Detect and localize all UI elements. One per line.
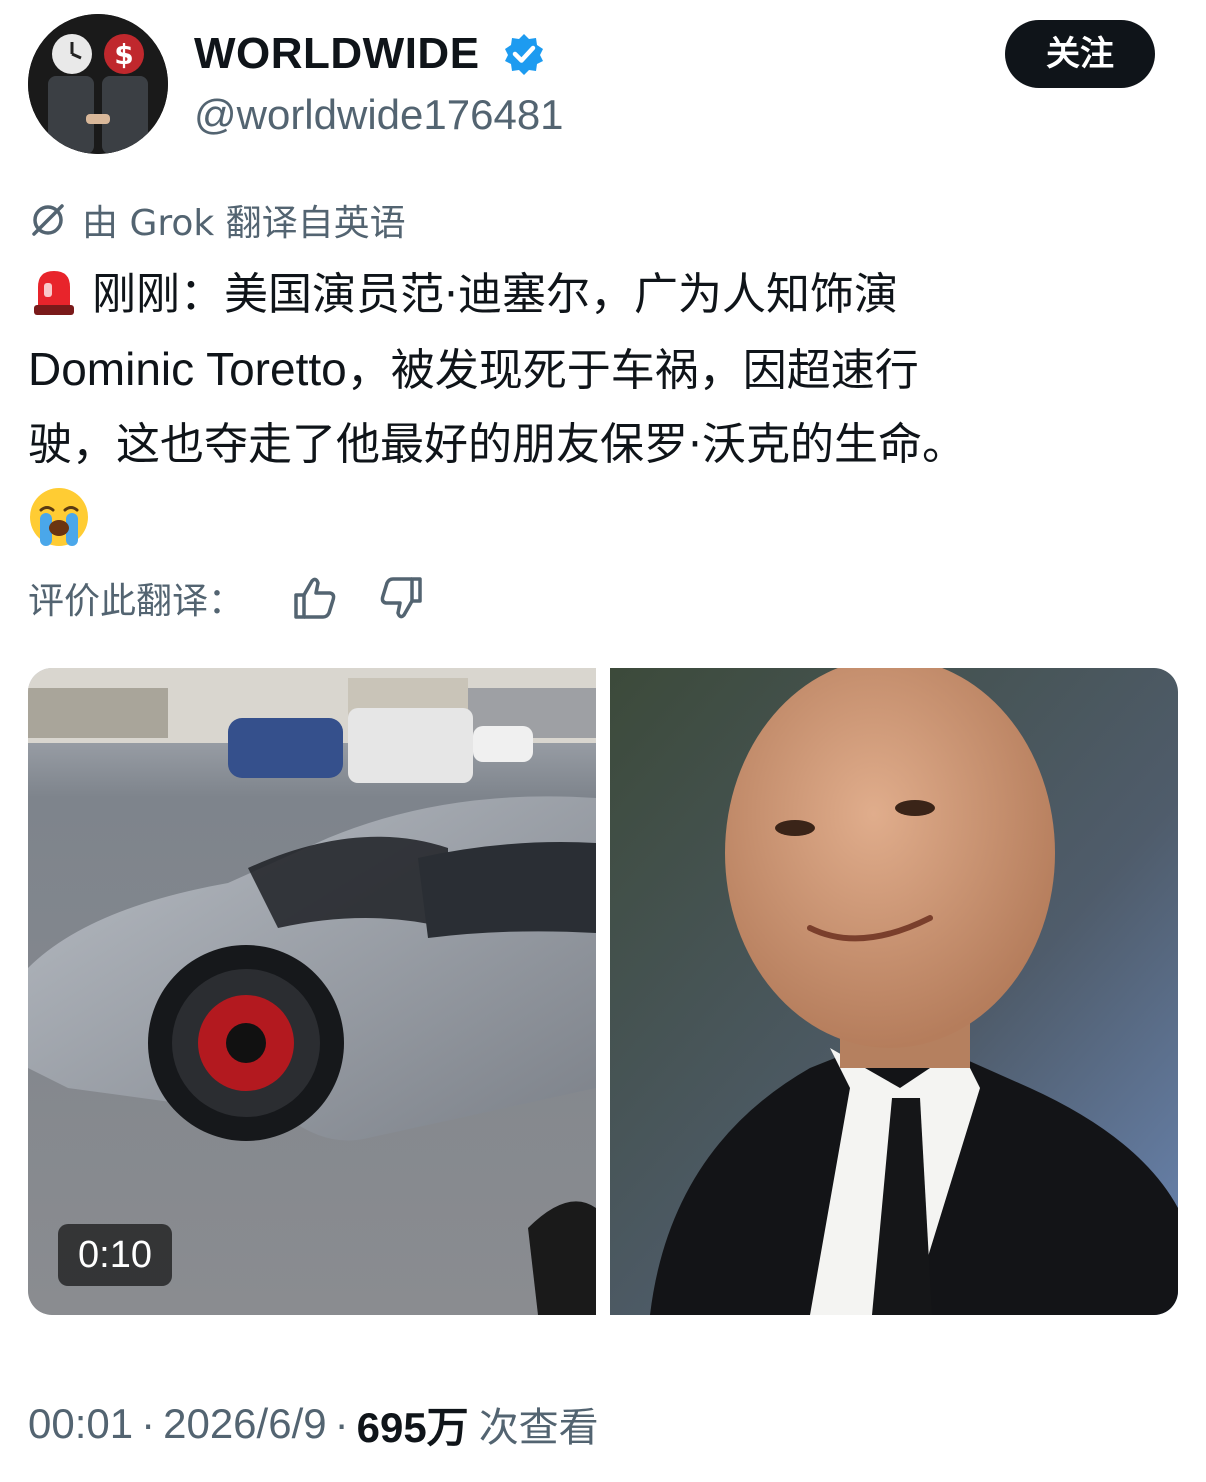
translate-slash-icon [32, 204, 64, 236]
portrait-image[interactable] [610, 668, 1178, 1315]
tweet-text-latin: Dominic Toretto [28, 343, 347, 395]
tweet-time[interactable]: 00:01 [28, 1400, 133, 1448]
thumbs-up-icon [294, 577, 336, 619]
rate-translation-row: 评价此翻译： [28, 568, 426, 628]
police-siren-icon [34, 271, 74, 315]
rate-translation-label: 评价此翻译： [28, 581, 245, 622]
crashed-car-image [28, 668, 596, 1315]
follow-button[interactable]: 关注 [1005, 20, 1155, 88]
video-thumbnail[interactable]: 0:10 [28, 668, 596, 1315]
author-handle[interactable]: @worldwide176481 [194, 88, 564, 142]
tweet-text-line3: 驶，这也夺走了他最好的朋友保罗·沃克的生命。 [28, 419, 966, 470]
views-count[interactable]: 695万 [357, 1394, 469, 1455]
thumbs-down-button[interactable] [376, 573, 426, 623]
thumbs-up-button[interactable] [290, 573, 340, 623]
author-avatar[interactable]: $ [28, 14, 168, 154]
tweet-text: 刚刚：美国演员范·迪塞尔，广为人知饰演 Dominic Toretto，被发现死… [28, 258, 1178, 482]
views-label: 次查看 [478, 1405, 599, 1451]
tweet-header: $ WORLDWIDE @worldwide176481 关注 [0, 0, 1206, 170]
tweet-date[interactable]: 2026/6/9 [163, 1400, 327, 1448]
meta-separator: · [141, 1400, 156, 1447]
thumbs-down-icon [380, 577, 422, 619]
tweet-text-line2: ，被发现死于车祸，因超速行 [346, 345, 919, 396]
video-duration-badge: 0:10 [58, 1224, 172, 1286]
loudly-crying-face-icon [30, 488, 88, 546]
translation-label: 由 Grok 翻译自英语 [82, 203, 406, 244]
man-in-suit-image [610, 668, 1178, 1315]
meta-separator: · [334, 1400, 349, 1447]
verified-badge-icon [505, 34, 543, 75]
author-display-name[interactable]: WORLDWIDE [194, 26, 480, 82]
tweet-text-line1: 刚刚：美国演员范·迪塞尔，广为人知饰演 [92, 269, 898, 320]
translation-notice: 由 Grok 翻译自英语 [28, 192, 406, 248]
media-grid: 0:10 [28, 668, 1178, 1315]
svg-text:$: $ [114, 38, 133, 71]
tweet-meta: 00:01 · 2026/6/9 · 695万 次查看 [28, 1394, 599, 1454]
